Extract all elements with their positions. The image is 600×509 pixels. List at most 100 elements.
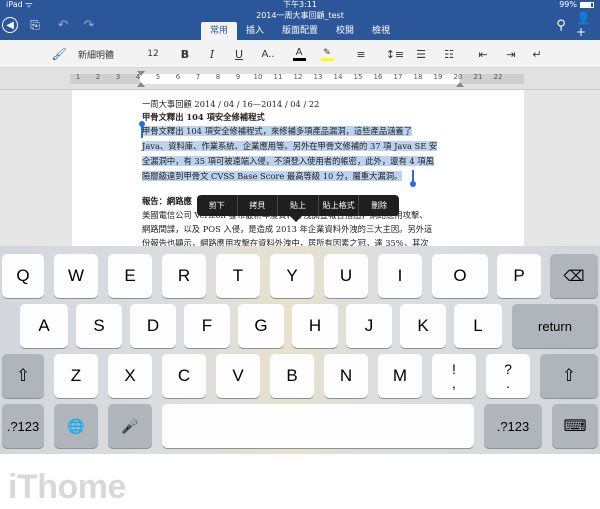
battery-indicator: 99% (559, 0, 594, 10)
ruler-number: 10 (253, 73, 263, 81)
search-icon[interactable]: ⚲ (552, 16, 570, 34)
selected-text-line: 險層級達到甲骨文 CVSS Base Score 最高等級 10 分，屬重大漏洞… (142, 171, 403, 181)
key-question: ? (504, 361, 512, 377)
selection-end-handle[interactable] (410, 181, 416, 187)
ribbon-toolbar: 🖌 新細明體 12 B I U A.. A ✎ ≡ ↕≡ ☰ ☷ ⇤ ⇥ ↵ (0, 40, 600, 68)
font-effects-button[interactable]: A.. (257, 45, 279, 63)
menu-cut[interactable]: 剪下 (197, 195, 238, 216)
key-i[interactable]: I (378, 254, 422, 298)
key-r[interactable]: R (162, 254, 206, 298)
right-indent-marker[interactable] (456, 82, 464, 87)
highlight-button[interactable]: ✎ (318, 45, 336, 63)
tab-home[interactable]: 常用 (200, 22, 237, 40)
increase-indent-button[interactable]: ⇥ (502, 45, 520, 63)
ruler-number: 6 (175, 73, 181, 81)
context-menu-arrow (290, 216, 302, 222)
key-q[interactable]: Q (2, 254, 44, 298)
hide-keyboard-icon[interactable]: ⌨ (552, 404, 598, 448)
key-v[interactable]: V (216, 354, 260, 398)
doc-date-line: 一周大事回顧 2014 / 04 / 16—2014 / 04 / 22 (142, 99, 320, 109)
key-p[interactable]: P (497, 254, 541, 298)
key-c[interactable]: C (162, 354, 206, 398)
key-h[interactable]: H (292, 304, 338, 348)
left-indent-marker[interactable] (137, 82, 145, 87)
key-t[interactable]: T (216, 254, 260, 298)
doc-heading: 甲骨文釋出 104 項安全修補程式 (142, 112, 265, 122)
bullets-button[interactable]: ☰ (412, 45, 430, 63)
key-k[interactable]: K (400, 304, 446, 348)
key-e[interactable]: E (108, 254, 152, 298)
space-bar[interactable] (162, 404, 474, 448)
key-exclaim-comma[interactable]: ! , (432, 354, 476, 398)
italic-button[interactable]: I (203, 45, 221, 63)
key-a[interactable]: A (20, 304, 68, 348)
line-spacing-button[interactable]: ↕≡ (386, 45, 404, 63)
ruler-number: 20 (453, 73, 463, 81)
format-painter-icon[interactable]: 🖌 (50, 45, 68, 63)
underline-button[interactable]: U (230, 45, 248, 63)
ruler-number: 14 (333, 73, 343, 81)
key-w[interactable]: W (54, 254, 98, 298)
font-color-icon: A (295, 47, 303, 58)
tab-review[interactable]: 校閱 (327, 22, 363, 40)
key-s[interactable]: S (76, 304, 122, 348)
share-icon[interactable]: 👤+ (576, 11, 594, 39)
backspace-icon[interactable]: ⌫ (550, 254, 598, 298)
ruler[interactable]: 1 2 3 4 5 6 7 8 9 10 11 12 13 14 15 16 17 18 19 20 21 22 (0, 68, 600, 90)
document-canvas[interactable]: 一周大事回顧 2014 / 04 / 16—2014 / 04 / 22 甲骨文… (0, 90, 600, 248)
tab-view[interactable]: 檢視 (363, 22, 399, 40)
status-time: 下午3:11 (283, 0, 317, 9)
paragraph-mark-button[interactable]: ↵ (528, 45, 546, 63)
bold-button[interactable]: B (176, 45, 194, 63)
microphone-icon[interactable]: 🎤 (108, 404, 152, 448)
tab-layout[interactable]: 版面配置 (273, 22, 327, 40)
menu-copy[interactable]: 拷貝 (238, 195, 279, 216)
numbering-button[interactable]: ☷ (440, 45, 458, 63)
battery-icon (580, 2, 594, 8)
shift-left-icon[interactable]: ⇧ (2, 354, 44, 398)
key-b[interactable]: B (270, 354, 314, 398)
key-g[interactable]: G (238, 304, 284, 348)
selected-text-line: 甲骨文釋出 104 項安全修補程式，來修補多項產品漏洞，這些產品涵蓋了 (142, 126, 413, 136)
menu-paste-format[interactable]: 貼上格式 (319, 195, 360, 216)
numbers-key-right[interactable]: .?123 (484, 404, 542, 448)
key-question-period[interactable]: ? . (486, 354, 530, 398)
key-u[interactable]: U (324, 254, 368, 298)
key-f[interactable]: F (184, 304, 230, 348)
font-name-select[interactable]: 新細明體 (74, 45, 136, 63)
ruler-number: 22 (493, 73, 503, 81)
key-m[interactable]: M (378, 354, 422, 398)
key-z[interactable]: Z (54, 354, 98, 398)
ruler-number: 15 (353, 73, 363, 81)
ruler-number: 12 (293, 73, 303, 81)
ruler-number: 3 (115, 73, 121, 81)
ruler-number: 9 (235, 73, 241, 81)
first-line-indent-marker[interactable] (137, 71, 145, 76)
ruler-number: 5 (155, 73, 161, 81)
font-color-button[interactable]: A (290, 45, 308, 63)
ruler-number: 17 (393, 73, 403, 81)
key-n[interactable]: N (324, 354, 368, 398)
document-page[interactable]: 一周大事回顧 2014 / 04 / 16—2014 / 04 / 22 甲骨文… (72, 90, 524, 248)
key-y[interactable]: Y (270, 254, 314, 298)
decrease-indent-button[interactable]: ⇤ (474, 45, 492, 63)
numbers-key[interactable]: .?123 (2, 404, 44, 448)
key-d[interactable]: D (130, 304, 176, 348)
return-key[interactable]: return (512, 304, 598, 348)
shift-right-icon[interactable]: ⇧ (540, 354, 598, 398)
align-left-button[interactable]: ≡ (352, 45, 370, 63)
globe-icon[interactable]: 🌐 (54, 404, 98, 448)
menu-paste[interactable]: 貼上 (278, 195, 319, 216)
key-o[interactable]: O (432, 254, 488, 298)
font-size-select[interactable]: 12 (142, 45, 164, 63)
key-x[interactable]: X (108, 354, 152, 398)
ruler-number: 19 (433, 73, 443, 81)
ruler-number: 21 (473, 73, 483, 81)
key-l[interactable]: L (454, 304, 502, 348)
tab-insert[interactable]: 插入 (237, 22, 273, 40)
key-j[interactable]: J (346, 304, 392, 348)
menu-delete[interactable]: 刪除 (359, 195, 399, 216)
doc-paragraph-line: 網路間諜，以及 POS 入侵，是造成 2013 年企業資料外洩的三大主因。另外這 (142, 224, 433, 234)
ruler-number: 11 (273, 73, 283, 81)
key-period: . (506, 375, 510, 391)
